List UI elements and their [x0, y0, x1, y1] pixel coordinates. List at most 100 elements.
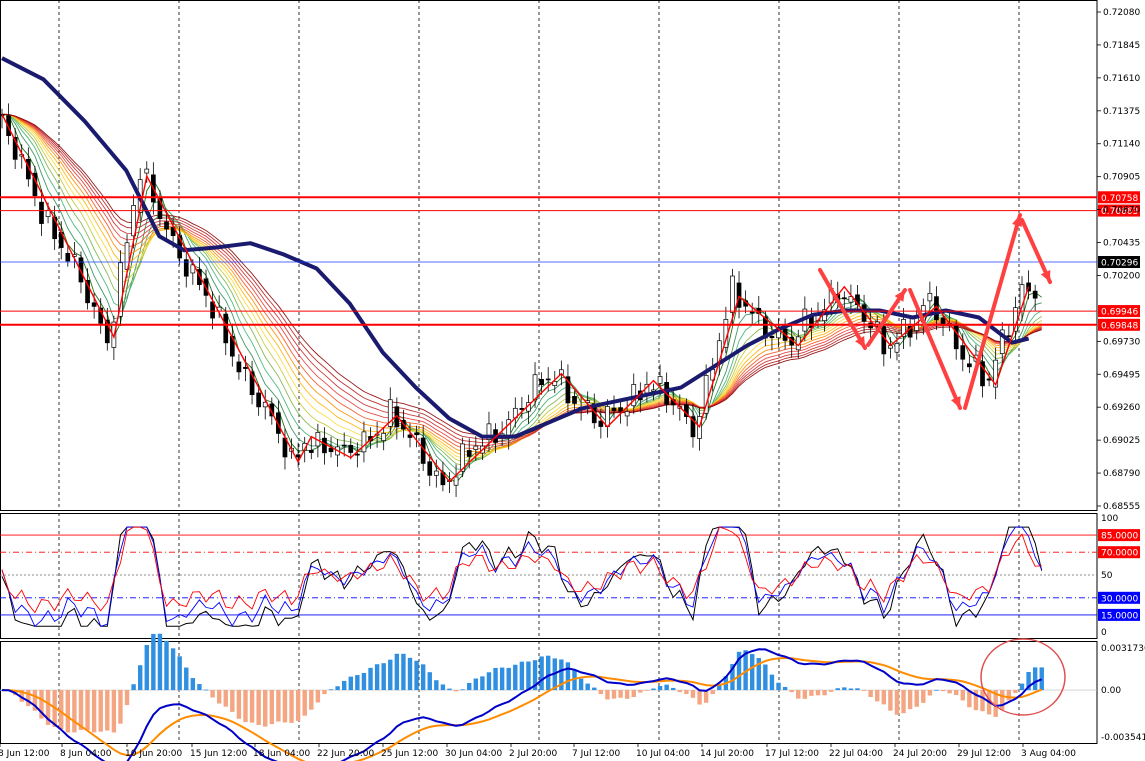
macd-tick-label: -0.003541 [1101, 733, 1145, 743]
macd-histogram-bar [684, 690, 689, 695]
candle-body [986, 378, 992, 381]
macd-histogram-bar [796, 690, 801, 699]
candle-body [894, 343, 900, 353]
macd-histogram-bar [1019, 683, 1025, 691]
candle-body [881, 326, 887, 355]
price-levels: 0.707580.706630.702960.699460.69848 [0, 191, 1140, 331]
ma-ribbon-line [1, 113, 1042, 447]
candle-body [328, 447, 334, 453]
price-level-label: 0.70296 [1101, 259, 1138, 269]
candle-body [348, 445, 354, 453]
macd-histogram-bar [1000, 690, 1005, 710]
macd-histogram-bar [624, 690, 630, 699]
macd-histogram-bar [190, 678, 196, 691]
rsi-level-label: 15.0000 [1101, 611, 1138, 621]
candle-body [65, 253, 71, 262]
time-tick-label: 30 Jun 04:00 [445, 749, 502, 759]
candle-body [624, 411, 630, 417]
macd-histogram-bar [749, 654, 755, 691]
time-tick-label: 14 Jul 20:00 [700, 749, 754, 759]
macd-histogram-bar [414, 660, 419, 691]
rsi-level-label: 30.0000 [1101, 594, 1138, 604]
macd-histogram-bar [822, 690, 827, 696]
highlight-circle-icon [980, 638, 1066, 716]
macd-histogram-bar [394, 653, 400, 691]
price-tick-label: 0.70200 [1103, 271, 1140, 281]
price-tick-label: 0.68790 [1103, 469, 1140, 479]
macd-histogram-bar [322, 690, 327, 695]
macd-histogram-bar [875, 690, 880, 702]
macd-histogram-bar [907, 690, 913, 710]
time-tick-label: 22 Jul 04:00 [829, 749, 883, 759]
trading-chart[interactable]: 0.707580.706630.702960.699460.69848 85.0… [0, 0, 1145, 761]
macd-histogram-bar [269, 690, 275, 725]
macd-histogram-bar [493, 667, 498, 691]
macd-histogram-bar [157, 633, 163, 691]
macd-histogram-bar [453, 690, 459, 692]
macd-histogram-bar [1032, 667, 1038, 691]
macd-histogram-bar [947, 690, 952, 694]
candle-body [164, 221, 169, 230]
candle-body [736, 282, 742, 308]
candle-body [381, 432, 387, 441]
macd-histogram-bar [611, 690, 617, 699]
macd-histogram-bar [835, 688, 840, 691]
macd-histogram-bar [118, 690, 123, 724]
candle-body [1032, 290, 1038, 299]
macd-histogram-bar [137, 665, 143, 691]
candle-body [355, 453, 360, 456]
candle-body [236, 361, 242, 373]
macd-histogram-bar [927, 690, 933, 696]
candle-body [927, 292, 933, 302]
macd-histogram-bar [434, 680, 439, 691]
macd-histogram-bar [243, 690, 248, 723]
time-tick-label: 29 Jul 12:00 [957, 749, 1011, 759]
macd-histogram-bar [789, 690, 794, 693]
macd-histogram-bar [782, 686, 788, 691]
macd-histogram-bar [644, 690, 650, 691]
time-tick-label: 8 Jun 12:00 [0, 749, 50, 759]
candle-body [730, 275, 735, 313]
macd-histogram-bar [921, 690, 926, 703]
macd-histogram-bar [388, 659, 393, 691]
macd-histogram-bar [861, 690, 867, 691]
macd-histogram-bar [460, 689, 465, 691]
rsi-tick-label: 100 [1101, 514, 1118, 524]
price-tick-label: 0.71610 [1103, 74, 1140, 84]
macd-histogram-bar [539, 656, 544, 691]
price-tick-label: 0.71845 [1103, 41, 1140, 51]
time-tick-label: 10 Jun 20:00 [125, 749, 182, 759]
macd-histogram-bar [934, 689, 939, 691]
macd-histogram-bar [894, 690, 900, 715]
candle-body [967, 363, 972, 368]
macd-histogram-bar [282, 690, 288, 723]
macd-histogram-bar [170, 648, 176, 691]
macd-histogram-bar [802, 690, 808, 699]
macd-histogram-bar [374, 664, 380, 691]
candle-body [433, 470, 439, 476]
macd-histogram-bar [230, 690, 235, 712]
candle-body [295, 454, 301, 458]
macd-histogram-bar [236, 690, 242, 719]
macd-histogram-bar [1013, 690, 1018, 693]
macd-histogram-bar [256, 690, 261, 725]
rsi-tick-label: 0 [1101, 628, 1107, 638]
time-tick-label: 22 Jun 20:00 [317, 749, 374, 759]
rsi-line [1, 526, 1043, 628]
rsi-line [1, 526, 1043, 628]
price-tick-label: 0.69025 [1103, 436, 1140, 446]
price-level-label: 0.69946 [1101, 308, 1138, 318]
time-tick-label: 17 Jul 12:00 [765, 749, 819, 759]
candle-body [539, 378, 544, 386]
macd-histogram-bar [815, 690, 821, 696]
macd-histogram-bar [828, 690, 834, 692]
macd-histogram-bar [776, 682, 781, 691]
candle-body [545, 378, 551, 381]
macd-histogram-bar [690, 690, 696, 698]
price-tick-label: 0.68555 [1103, 502, 1140, 512]
candle-body [45, 209, 51, 217]
time-tick-label: 10 Jul 04:00 [636, 749, 690, 759]
price-tick-label: 0.69495 [1103, 370, 1140, 380]
macd-histogram-bar [197, 684, 202, 691]
macd-histogram-bar [309, 690, 314, 710]
